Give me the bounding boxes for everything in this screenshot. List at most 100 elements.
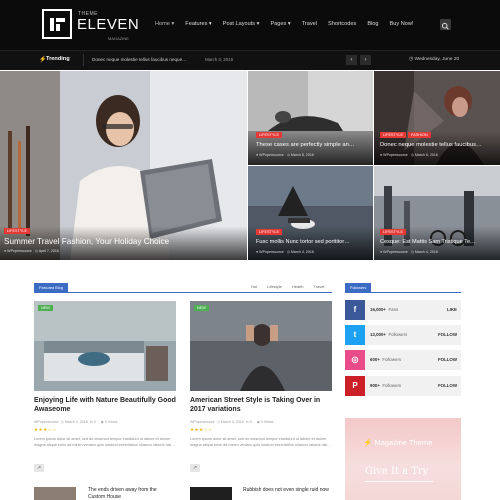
trending-prev-button[interactable]: ‹ <box>346 55 357 65</box>
ad-title-text: Magazine Theme <box>374 438 433 447</box>
post-author[interactable]: WPopensource <box>190 420 215 424</box>
social-count: 600+ Followers <box>370 357 401 362</box>
post-title[interactable]: Donec neque molestie tellus faucibus… <box>380 142 482 148</box>
post-author[interactable]: WPopensource <box>383 250 408 254</box>
nav-pages[interactable]: Pages ▾ <box>270 21 290 31</box>
new-badge: NEW <box>194 305 209 311</box>
nav-travel[interactable]: Travel <box>302 21 317 31</box>
today-date: ◷ Wednesday, June 20 <box>409 57 459 62</box>
pinterest-icon: P <box>345 376 365 396</box>
pinterest-follow-button[interactable]: FOLLOW <box>438 383 457 388</box>
post-author[interactable]: WPopensource <box>259 153 284 157</box>
nav-blog[interactable]: Blog <box>367 21 378 31</box>
post-card-1-photo <box>34 301 176 391</box>
social-row-twitter[interactable]: t 12,000+ Followers FOLLOW <box>345 325 461 345</box>
filter-hot[interactable]: Hot <box>251 284 257 289</box>
post-card-2-excerpt: Lorem ipsum dolor sit amet, sed do eiusm… <box>190 437 331 448</box>
ad-cta-underline <box>365 481 433 482</box>
share-icon: ↗ <box>192 465 198 471</box>
category-badge[interactable]: Lifestyle <box>380 132 407 138</box>
section-underline <box>34 292 332 293</box>
hero-post-3[interactable]: Lifestyle Fusc mollis Nunc tortor sed po… <box>248 166 373 260</box>
mini-post-1-title[interactable]: The ends driven away from the Custom Hou… <box>88 487 174 500</box>
post-card-1-image[interactable]: NEW <box>34 301 176 391</box>
nav-features[interactable]: Features ▾ <box>185 21 211 31</box>
post-title[interactable]: Cesque: Est Mattis Sam Tristique Te… <box>380 239 476 245</box>
nav-buy-now[interactable]: Buy Now! <box>390 21 414 31</box>
post-meta: ● WPopensource ◷ March 4, 2016 <box>256 250 314 254</box>
share-button[interactable]: ↗ <box>34 464 44 472</box>
logo-name: ELEVEN <box>77 16 140 33</box>
search-button[interactable] <box>440 19 451 30</box>
twitter-icon: t <box>345 325 365 345</box>
category-badge[interactable]: Lifestyle <box>380 229 407 235</box>
post-title[interactable]: These cases are perfectly simple an… <box>256 142 355 148</box>
mini-post-1-thumb[interactable] <box>34 487 76 500</box>
post-title[interactable]: Fusc mollis Nunc tortor sed porttitor… <box>256 239 350 245</box>
post-date: March 4, 2016 <box>64 420 88 424</box>
filter-lifestyle[interactable]: Lifestyle <box>267 284 282 289</box>
mini-post-2-title[interactable]: Rubbish does not even single ruid now <box>243 487 331 494</box>
comment-count[interactable]: 0 <box>94 420 96 424</box>
trending-label: Trending <box>46 56 70 62</box>
trending-next-button[interactable]: › <box>360 55 371 65</box>
sidebar-underline <box>345 292 461 293</box>
social-count: 12,000+ Followers <box>370 332 407 337</box>
dribbble-follow-button[interactable]: FOLLOW <box>438 357 457 362</box>
main-nav: Home ▾ Features ▾ Post Layouts ▾ Pages ▾… <box>155 21 413 31</box>
sidebar-ad-banner[interactable]: ⚡ Magazine Theme Give It a Try <box>345 418 461 500</box>
nav-home[interactable]: Home ▾ <box>155 21 174 31</box>
chevron-left-icon: ‹ <box>350 57 353 63</box>
category-badge[interactable]: Lifestyle <box>256 132 283 138</box>
social-row-dribbble[interactable]: ◎ 600+ Followers FOLLOW <box>345 350 461 370</box>
post-author[interactable]: WPopensource <box>259 250 284 254</box>
comment-icon: ✉ <box>245 420 249 424</box>
facebook-count: 16,000+ <box>370 307 386 312</box>
search-icon <box>441 22 449 30</box>
hero-main-post[interactable]: Lifestyle Summer Travel Fashion, Your Ho… <box>0 71 247 260</box>
social-row-facebook[interactable]: f 16,000+ Fans LIKE <box>345 300 461 320</box>
category-badge[interactable]: Fashion <box>408 132 431 138</box>
hero-post-1[interactable]: Lifestyle These cases are perfectly simp… <box>248 71 373 165</box>
site-logo[interactable]: THEME ELEVEN MAGAZINE <box>42 9 139 41</box>
post-card-1-meta: WPopensource ◷ March 4, 2016 ✉ 0 ◉ 0 Vie… <box>34 420 117 424</box>
post-date: March 4, 2016 <box>414 250 438 254</box>
filter-health[interactable]: Health <box>292 284 304 289</box>
post-title[interactable]: Summer Travel Fashion, Your Holiday Choi… <box>4 237 169 246</box>
hero-post-4[interactable]: Lifestyle Cesque: Est Mattis Sam Tristiq… <box>374 166 500 260</box>
ad-title: ⚡ Magazine Theme <box>363 438 432 447</box>
nav-post-layouts[interactable]: Post Layouts ▾ <box>223 21 260 31</box>
social-row-pinterest[interactable]: P 900+ Followers FOLLOW <box>345 376 461 396</box>
twitter-follow-button[interactable]: FOLLOW <box>438 332 457 337</box>
filter-travel[interactable]: Travel <box>313 284 324 289</box>
post-card-2-title[interactable]: American Street Style is Taking Over in … <box>190 397 332 414</box>
post-meta: ● WPopensource ◷ March 4, 2016 <box>380 250 438 254</box>
category-badge[interactable]: Lifestyle <box>4 228 31 234</box>
post-author[interactable]: WPopensource <box>7 249 32 253</box>
section-filters: Hot Lifestyle Health Travel <box>251 284 324 289</box>
twitter-count: 12,000+ <box>370 332 386 337</box>
dribbble-label: Followers <box>382 357 402 362</box>
post-author[interactable]: WPopensource <box>34 420 59 424</box>
trending-headline[interactable]: Donec neque molestie tellus faucibus neq… <box>92 57 187 62</box>
category-badge[interactable]: Lifestyle <box>256 229 283 235</box>
rating-stars: ★★★☆☆ <box>34 427 57 432</box>
post-card-1-title[interactable]: Enjoying Life with Nature Beautifully Go… <box>34 397 176 414</box>
share-icon: ↗ <box>36 465 42 471</box>
share-button[interactable]: ↗ <box>190 464 200 472</box>
post-meta: ● WPopensource ◷ March 8, 2016 <box>380 153 438 157</box>
post-card-2-image[interactable]: NEW <box>190 301 332 391</box>
post-author[interactable]: WPopensource <box>383 153 408 157</box>
clock-icon: ◷ <box>216 420 220 424</box>
new-badge: NEW <box>38 305 53 311</box>
mini-post-2-thumb[interactable] <box>190 487 232 500</box>
nav-shortcodes[interactable]: Shortcodes <box>328 21 356 31</box>
post-date: March 8, 2016 <box>414 153 438 157</box>
logo-subtitle: MAGAZINE <box>108 36 129 41</box>
facebook-like-button[interactable]: LIKE <box>447 307 457 312</box>
post-card-2-meta: WPopensource ◷ March 4, 2016 ✉ 0 ◉ 0 Vie… <box>190 420 273 424</box>
hero-post-2[interactable]: Lifestyle Fashion Donec neque molestie t… <box>374 71 500 165</box>
dribbble-count: 600+ <box>370 357 380 362</box>
comment-count[interactable]: 0 <box>250 420 252 424</box>
ad-cta[interactable]: Give It a Try <box>365 466 428 477</box>
